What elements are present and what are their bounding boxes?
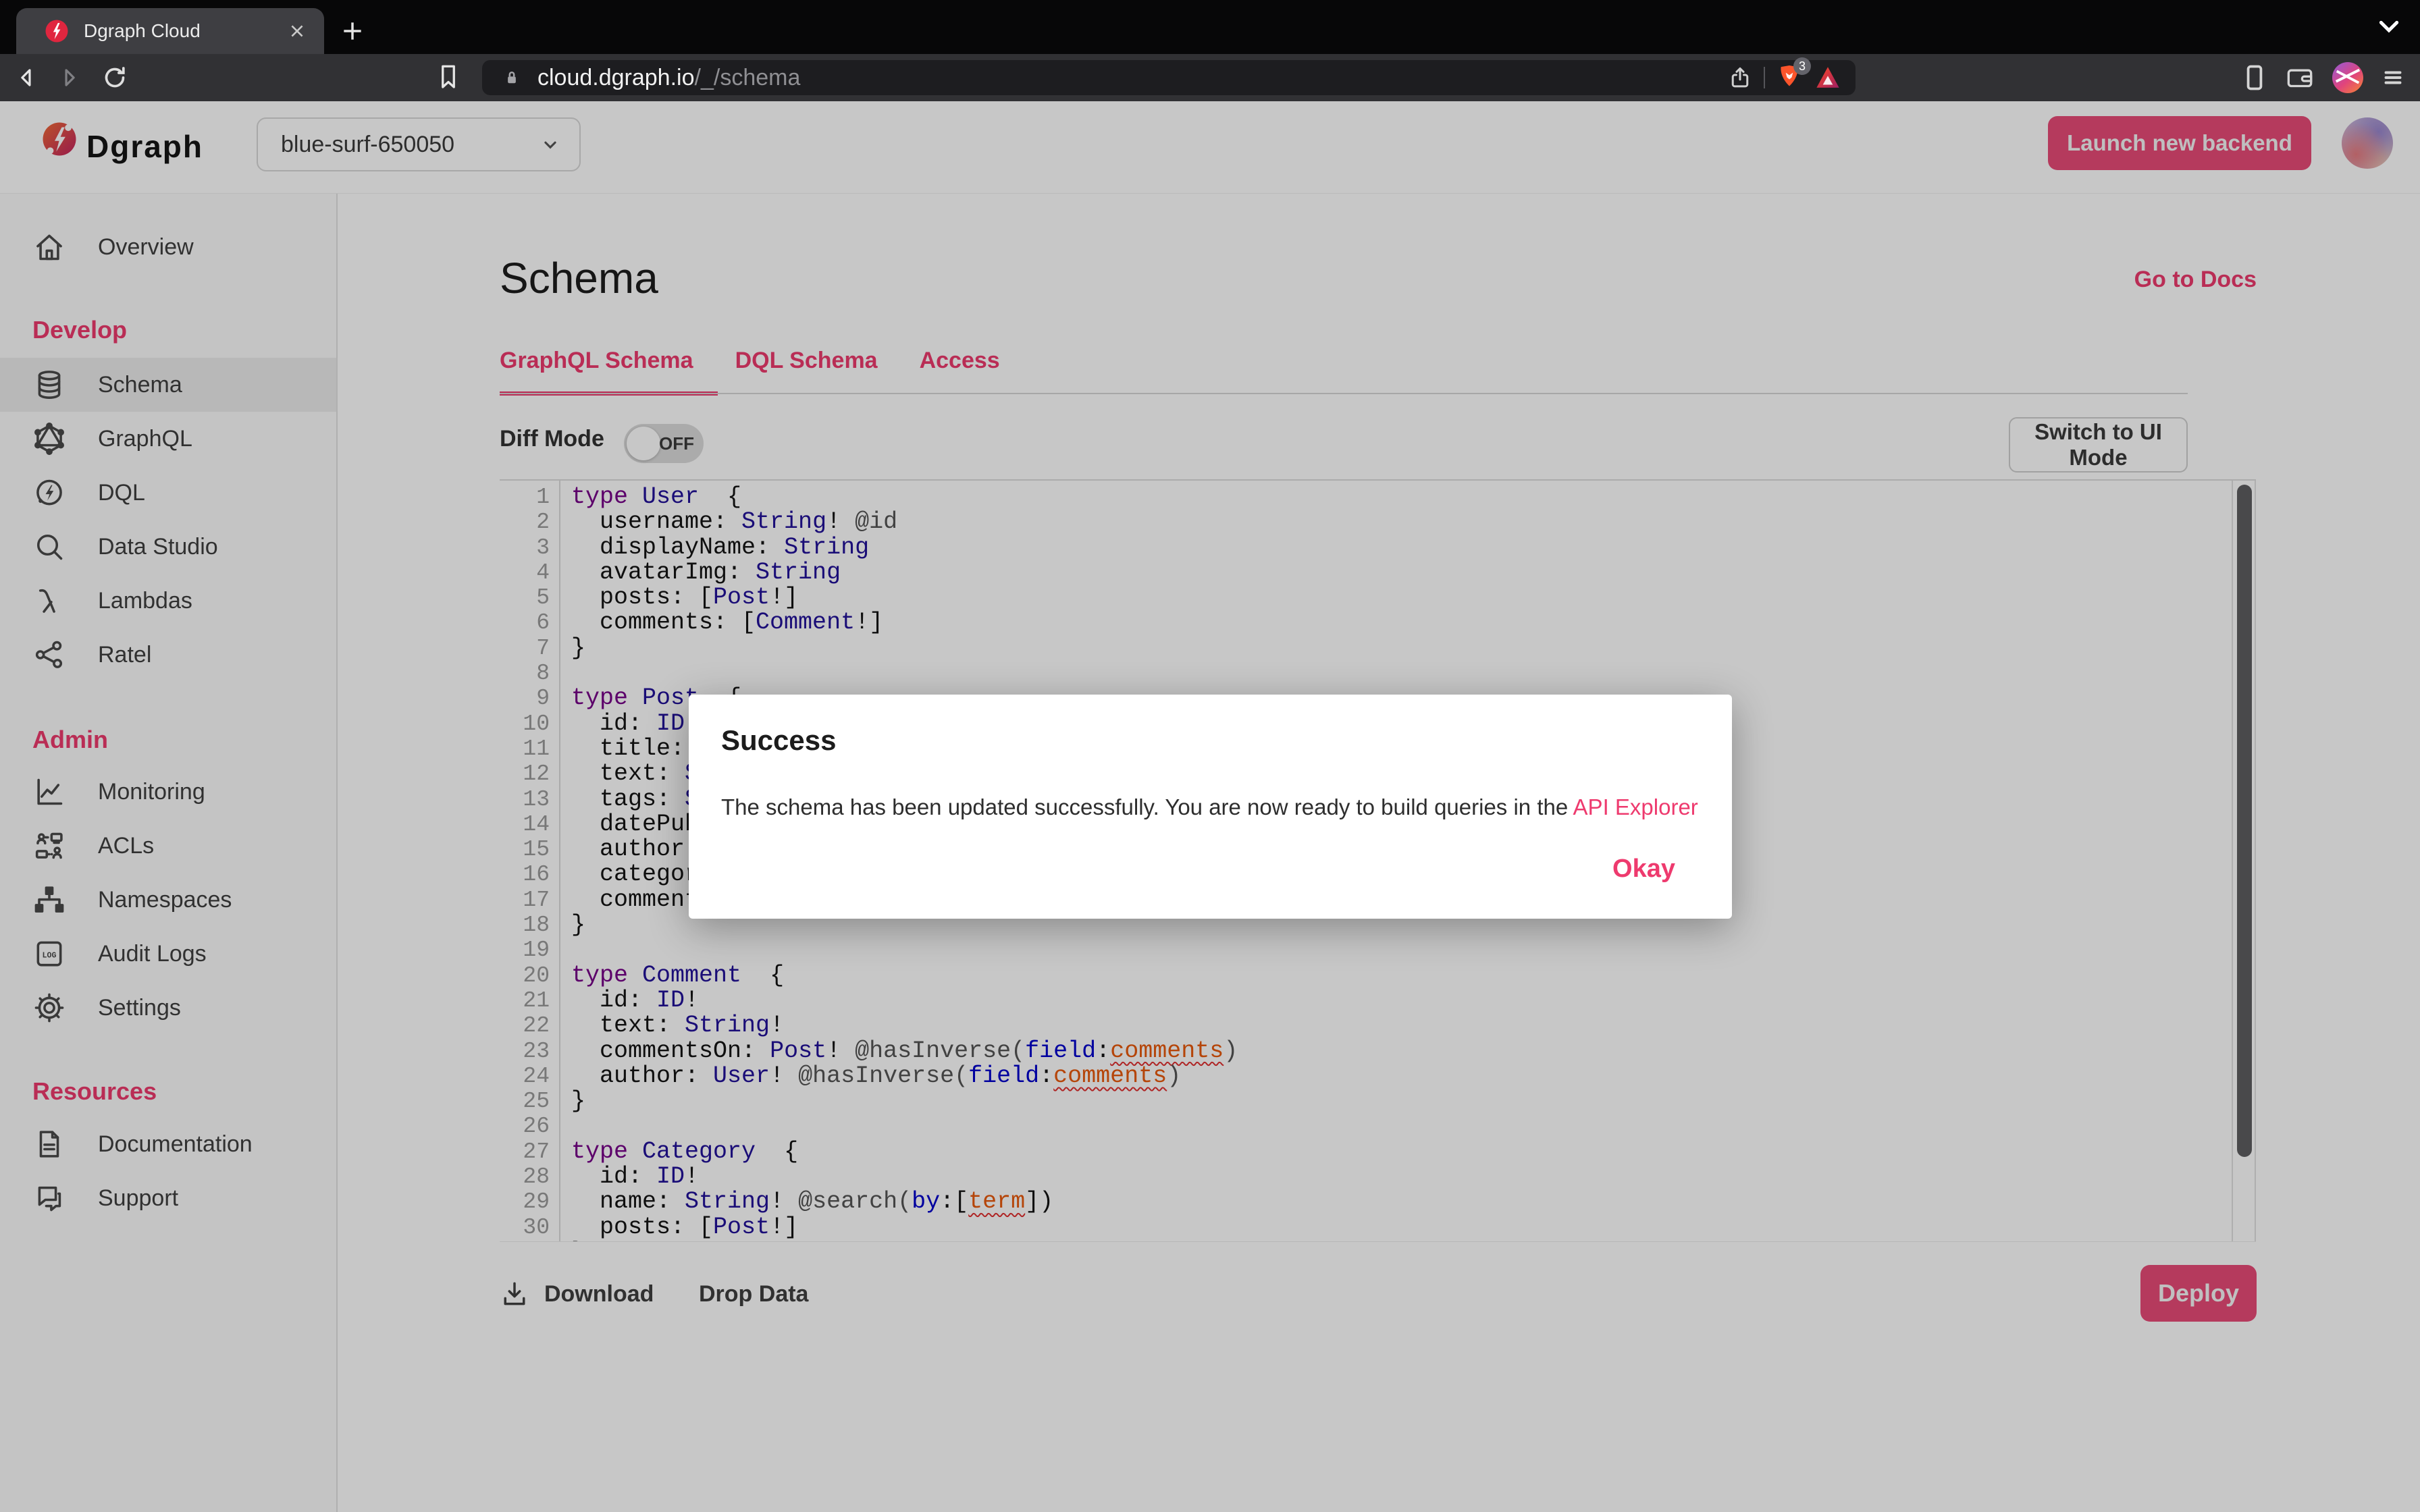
modal-message: The schema has been updated successfully…: [721, 794, 1698, 820]
chevron-down-icon[interactable]: [2375, 16, 2402, 38]
divider: [1764, 67, 1765, 88]
browser-tab[interactable]: Dgraph Cloud: [16, 8, 324, 54]
brave-rewards-icon[interactable]: [1814, 64, 1842, 91]
screen: Dgraph Cloud: [0, 0, 2420, 1512]
forward-button[interactable]: [54, 63, 84, 92]
url-path: /_/schema: [695, 65, 801, 90]
share-icon[interactable]: [1727, 65, 1753, 90]
new-tab-button[interactable]: [336, 15, 369, 47]
shield-badge: 3: [1793, 57, 1811, 75]
wallet-icon[interactable]: [2285, 64, 2315, 91]
tab-strip: Dgraph Cloud: [0, 0, 2420, 54]
okay-button[interactable]: Okay: [1612, 855, 1675, 884]
reload-button[interactable]: [100, 63, 130, 92]
dgraph-cloud-app: Dgraph blue-surf-650050 Launch new backe…: [0, 101, 2420, 1512]
back-button[interactable]: [12, 63, 42, 92]
profile-avatar[interactable]: [2332, 62, 2363, 93]
bookmark-icon[interactable]: [436, 63, 461, 91]
menu-icon[interactable]: [2381, 65, 2405, 90]
url-bar[interactable]: cloud.dgraph.io/_/schema 3: [482, 60, 1856, 95]
modal-title: Success: [721, 724, 836, 757]
sidebar-panel-icon[interactable]: [2242, 63, 2267, 92]
url-toolbar: cloud.dgraph.io/_/schema 3: [0, 54, 2420, 101]
close-tab-icon[interactable]: [284, 18, 311, 45]
url-text: cloud.dgraph.io/_/schema: [537, 65, 800, 91]
tab-title: Dgraph Cloud: [84, 20, 284, 42]
success-modal: Success The schema has been updated succ…: [689, 695, 1732, 919]
api-explorer-link[interactable]: API Explorer: [1573, 794, 1698, 819]
browser-chrome: Dgraph Cloud: [0, 0, 2420, 101]
browser-actions: [2242, 54, 2420, 101]
dgraph-favicon: [45, 19, 69, 43]
brave-shield-icon[interactable]: 3: [1776, 63, 1803, 92]
url-host: cloud.dgraph.io: [537, 65, 695, 90]
modal-message-text: The schema has been updated successfully…: [721, 794, 1573, 819]
lock-icon: [501, 67, 523, 88]
